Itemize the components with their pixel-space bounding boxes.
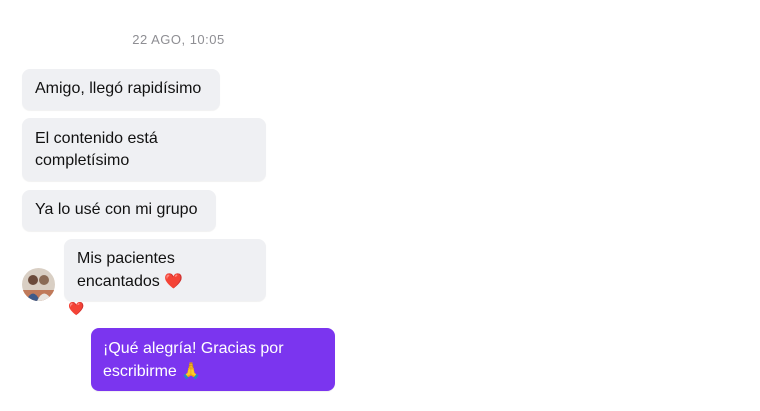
incoming-message[interactable]: El contenido está completísimo xyxy=(22,118,266,181)
message-text: Mis pacientes encantados xyxy=(77,250,175,290)
message-text: El contenido está completísimo xyxy=(35,130,158,169)
incoming-message[interactable]: Mis pacientes encantados ❤️ xyxy=(64,239,266,301)
outgoing-message[interactable]: ¡Qué alegría! Gracias por escribirme 🙏 xyxy=(91,328,335,391)
message-text: Amigo, llegó rapidísimo xyxy=(35,80,202,97)
heart-emoji-icon: ❤️ xyxy=(164,272,183,290)
incoming-message[interactable]: Ya lo usé con mi grupo xyxy=(22,190,216,231)
avatar[interactable] xyxy=(22,268,55,301)
message-text: Ya lo usé con mi grupo xyxy=(35,201,198,218)
message-timestamp: 22 AGO, 10:05 xyxy=(132,32,225,47)
praying-hands-emoji-icon: 🙏 xyxy=(181,361,202,380)
heart-reaction-icon[interactable]: ❤️ xyxy=(68,302,84,317)
incoming-message[interactable]: Amigo, llegó rapidísimo xyxy=(22,69,220,110)
profile-photo-icon xyxy=(22,268,55,301)
